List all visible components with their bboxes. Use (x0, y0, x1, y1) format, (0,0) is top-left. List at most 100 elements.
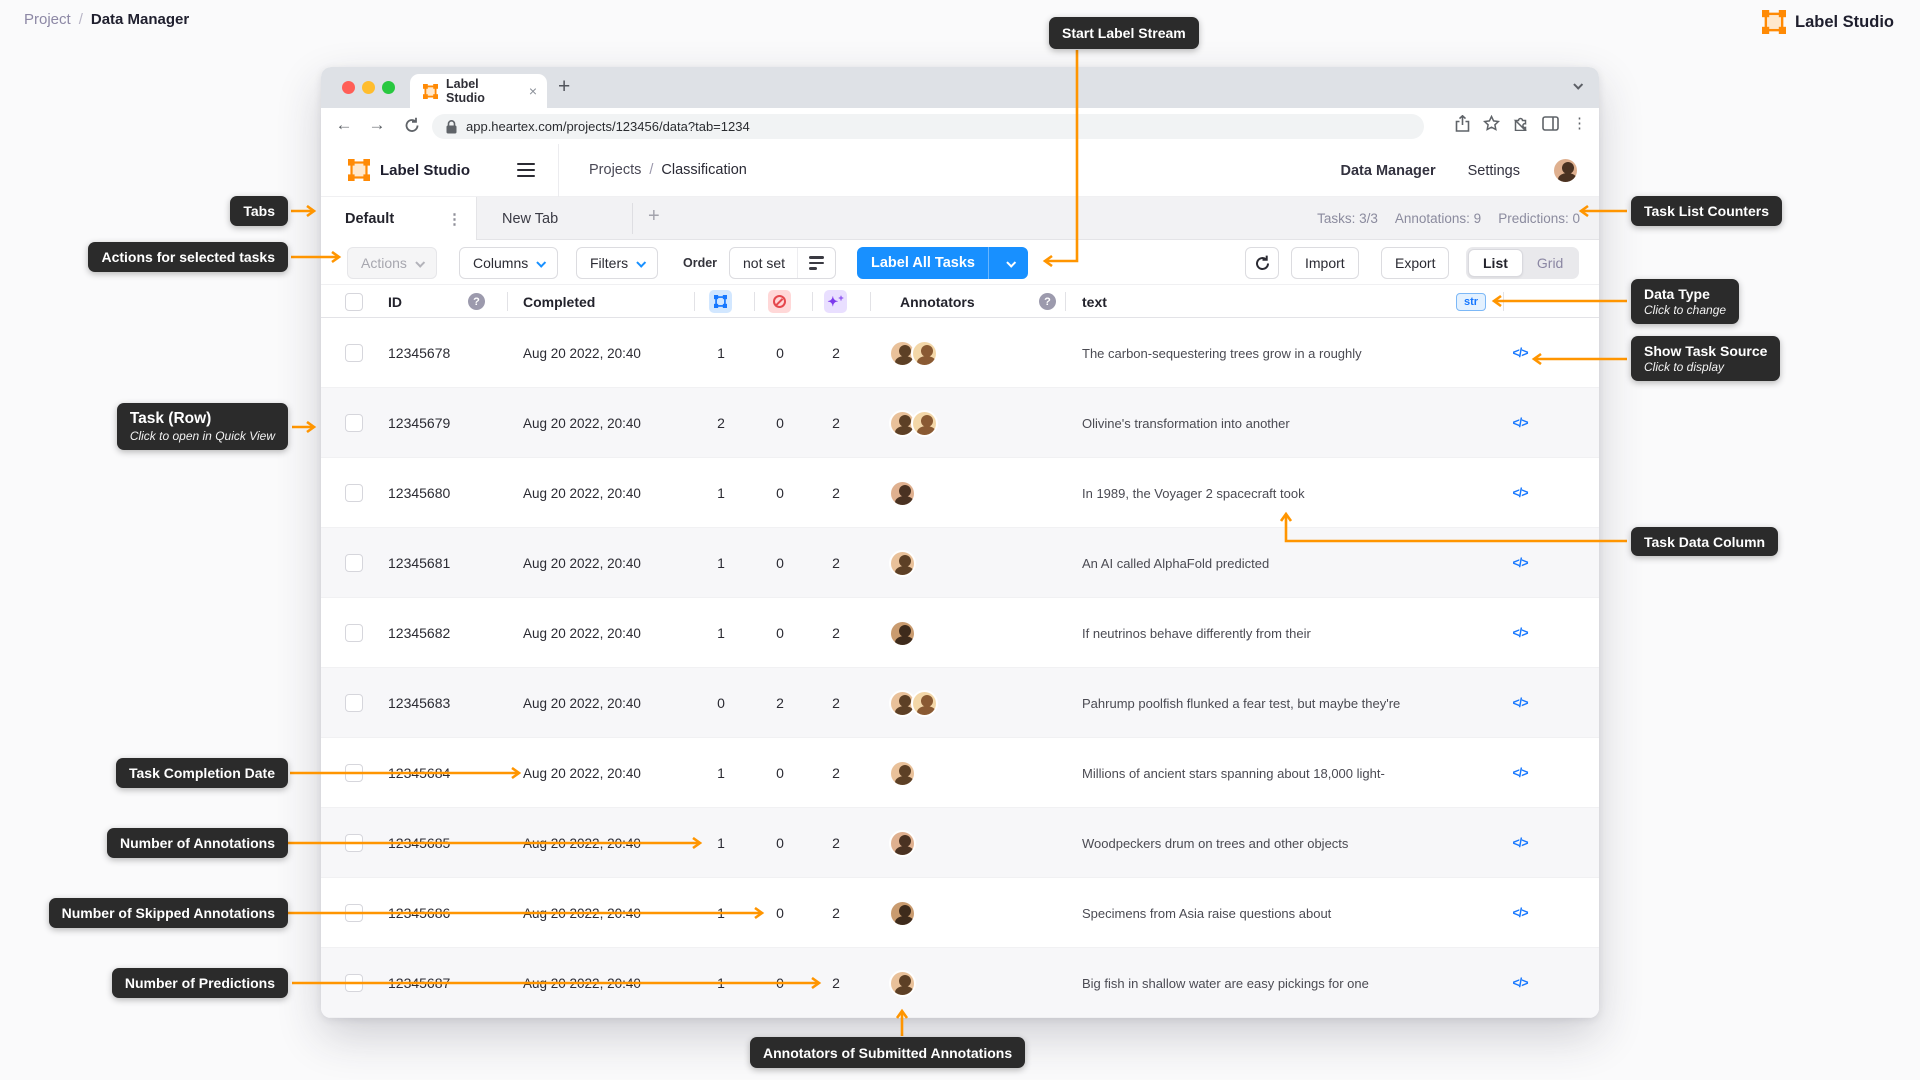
show-source-code-icon[interactable]: </> (1512, 416, 1528, 430)
annotations-column-icon[interactable] (709, 290, 732, 313)
callout-number-of-annotations: Number of Annotations (106, 828, 288, 858)
traffic-light-close[interactable] (342, 81, 355, 94)
row-checkbox[interactable] (345, 904, 363, 922)
extensions-puzzle-icon[interactable] (1513, 115, 1529, 131)
tab-options-kebab-icon[interactable]: ⋮ (447, 210, 462, 228)
refresh-button[interactable] (1245, 247, 1279, 279)
order-dropdown[interactable]: not set (729, 247, 837, 279)
brand-name: Label Studio (1795, 12, 1894, 31)
view-grid-button[interactable]: Grid (1523, 249, 1577, 277)
favicon-label-studio (423, 83, 438, 99)
nav-settings[interactable]: Settings (1468, 163, 1520, 179)
annotators-help-icon[interactable]: ? (1039, 293, 1056, 310)
browser-tab[interactable]: Label Studio × (410, 74, 547, 108)
browser-tabstrip: Label Studio × + (321, 67, 1599, 108)
select-all-checkbox[interactable] (345, 292, 363, 311)
task-row[interactable]: 12345681 Aug 20 2022, 20:40 1 0 2 An AI … (321, 528, 1599, 598)
skipped-count: 2 (776, 695, 784, 711)
row-checkbox[interactable] (345, 834, 363, 852)
col-header-text[interactable]: text (1082, 285, 1107, 318)
chevron-down-icon[interactable] (1006, 257, 1017, 268)
annotations-count: 1 (717, 555, 725, 571)
filters-dropdown[interactable]: Filters (576, 247, 659, 279)
task-row[interactable]: 12345679 Aug 20 2022, 20:40 2 0 2 Olivin… (321, 388, 1599, 458)
task-row[interactable]: 12345680 Aug 20 2022, 20:40 1 0 2 In 198… (321, 458, 1599, 528)
task-text: In 1989, the Voyager 2 spacecraft took (1082, 485, 1305, 501)
back-icon[interactable]: ← (333, 115, 355, 135)
annotator-avatar (889, 759, 916, 787)
task-row[interactable]: 12345678 Aug 20 2022, 20:40 1 0 2 The ca… (321, 318, 1599, 388)
col-header-annotators[interactable]: Annotators (900, 285, 975, 318)
row-checkbox[interactable] (345, 344, 363, 362)
predictions-column-icon[interactable]: ✦ + (824, 290, 847, 313)
user-avatar[interactable] (1552, 157, 1579, 184)
traffic-light-minimize[interactable] (362, 81, 375, 94)
row-checkbox[interactable] (345, 624, 363, 642)
actions-dropdown[interactable]: Actions (347, 247, 437, 279)
breadcrumb-project[interactable]: Project (24, 11, 71, 28)
traffic-light-maximize[interactable] (382, 81, 395, 94)
task-row[interactable]: 12345687 Aug 20 2022, 20:40 1 0 2 Big fi… (321, 948, 1599, 1018)
row-checkbox[interactable] (345, 484, 363, 502)
browser-menu-kebab-icon[interactable]: ⋮ (1572, 114, 1587, 132)
row-checkbox[interactable] (345, 414, 363, 432)
show-source-code-icon[interactable]: </> (1512, 556, 1528, 570)
row-checkbox[interactable] (345, 974, 363, 992)
import-button[interactable]: Import (1291, 247, 1359, 279)
reload-icon[interactable] (401, 117, 423, 134)
callout-start-label-stream: Start Label Stream (1049, 17, 1199, 49)
new-tab-icon[interactable]: + (558, 76, 570, 97)
sort-icon[interactable] (797, 248, 835, 278)
skipped-column-icon[interactable] (768, 290, 791, 313)
forward-icon[interactable]: → (366, 115, 388, 135)
add-tab-icon[interactable]: + (648, 205, 660, 228)
id-help-icon[interactable]: ? (468, 293, 485, 310)
share-icon[interactable] (1455, 114, 1470, 132)
row-checkbox[interactable] (345, 554, 363, 572)
task-row[interactable]: 12345685 Aug 20 2022, 20:40 1 0 2 Woodpe… (321, 808, 1599, 878)
view-list-button[interactable]: List (1468, 249, 1523, 277)
annotator-avatar (889, 549, 916, 577)
col-header-completed[interactable]: Completed (523, 285, 595, 318)
show-source-code-icon[interactable]: </> (1512, 976, 1528, 990)
show-source-code-icon[interactable]: </> (1512, 626, 1528, 640)
show-source-code-icon[interactable]: </> (1512, 906, 1528, 920)
show-source-code-icon[interactable]: </> (1512, 346, 1528, 360)
show-source-code-icon[interactable]: </> (1512, 696, 1528, 710)
task-row[interactable]: 12345684 Aug 20 2022, 20:40 1 0 2 Millio… (321, 738, 1599, 808)
export-button[interactable]: Export (1381, 247, 1450, 279)
tabstrip-chevron-down-icon[interactable] (1573, 79, 1584, 90)
label-all-tasks-button[interactable]: Label All Tasks (857, 247, 1028, 279)
bookmark-star-icon[interactable] (1483, 114, 1500, 132)
app-breadcrumb-projects[interactable]: Projects (589, 162, 641, 178)
browser-window: Label Studio × + ← → app.heartex.com/pro… (321, 67, 1599, 1018)
skipped-count: 0 (776, 975, 784, 991)
task-row[interactable]: 12345686 Aug 20 2022, 20:40 1 0 2 Specim… (321, 878, 1599, 948)
show-source-code-icon[interactable]: </> (1512, 836, 1528, 850)
task-row[interactable]: 12345682 Aug 20 2022, 20:40 1 0 2 If neu… (321, 598, 1599, 668)
app-logo[interactable]: Label Studio (348, 159, 470, 181)
tab-new-tab[interactable]: New Tab (477, 197, 632, 240)
tab-default[interactable]: Default ⋮ (321, 197, 477, 241)
columns-dropdown[interactable]: Columns (459, 247, 559, 279)
tab-close-icon[interactable]: × (529, 83, 537, 99)
order-value: not set (743, 255, 786, 271)
show-source-code-icon[interactable]: </> (1512, 766, 1528, 780)
dm-toolbar: Actions Columns Filters Order not set La… (321, 240, 1599, 285)
task-row[interactable]: 12345683 Aug 20 2022, 20:40 0 2 2 Pahrum… (321, 668, 1599, 738)
row-checkbox[interactable] (345, 694, 363, 712)
col-header-id[interactable]: ID (388, 285, 402, 318)
nav-data-manager[interactable]: Data Manager (1341, 163, 1436, 179)
url-bar[interactable]: app.heartex.com/projects/123456/data?tab… (432, 114, 1424, 139)
hamburger-menu-icon[interactable] (517, 163, 535, 177)
predictions-count: 2 (832, 415, 840, 431)
chevron-down-icon (536, 257, 547, 268)
annotations-count: 2 (717, 415, 725, 431)
show-source-code-icon[interactable]: </> (1512, 486, 1528, 500)
annotator-avatars (889, 479, 916, 507)
row-checkbox[interactable] (345, 764, 363, 782)
task-rows: 12345678 Aug 20 2022, 20:40 1 0 2 The ca… (321, 318, 1599, 1018)
sidebar-panel-icon[interactable] (1542, 115, 1559, 131)
export-label: Export (1395, 255, 1436, 271)
data-type-badge[interactable]: str (1456, 292, 1487, 311)
